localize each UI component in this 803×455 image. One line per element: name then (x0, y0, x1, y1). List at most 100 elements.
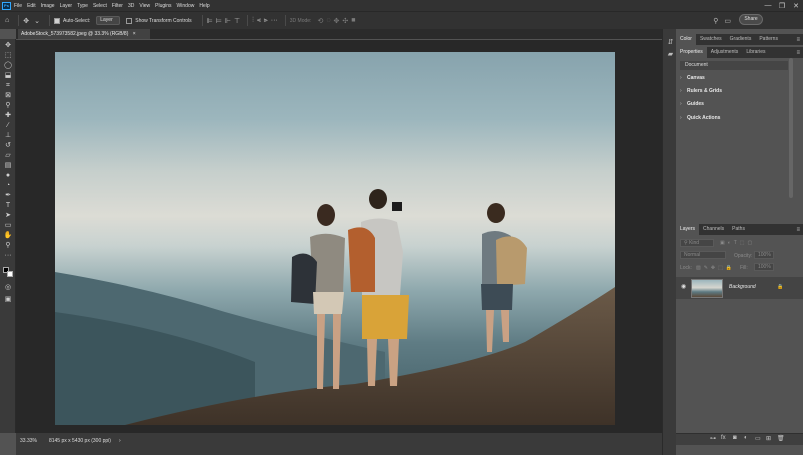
distribute-icon[interactable]: ⫶ (252, 17, 254, 25)
section-rulers-grids[interactable]: › Rulers & Grids (680, 88, 722, 94)
lock-icons[interactable]: ▨✎✥⬚🔒 (696, 265, 735, 271)
menu-help[interactable]: Help (199, 3, 209, 9)
eyedropper-tool-icon[interactable]: ⚲ (3, 101, 13, 110)
minimize-icon[interactable]: — (761, 2, 775, 9)
menu-edit[interactable]: Edit (27, 3, 36, 9)
menu-file[interactable]: File (14, 3, 22, 9)
document-image[interactable] (55, 52, 615, 425)
chevron-down-icon[interactable]: ⌄ (34, 17, 40, 25)
share-button[interactable]: Share (739, 14, 763, 25)
tab-close-icon[interactable]: × (133, 31, 136, 37)
move-tool-icon[interactable]: ✥ (3, 41, 13, 50)
status-menu-chevron-icon[interactable]: › (119, 438, 121, 444)
blend-mode-dropdown[interactable]: Normal (680, 251, 726, 259)
menu-view[interactable]: View (139, 3, 150, 9)
tab-paths[interactable]: Paths (728, 224, 749, 235)
opacity-field[interactable]: 100% (754, 251, 774, 259)
maximize-icon[interactable]: ❐ (775, 2, 789, 10)
fill-field[interactable]: 100% (754, 263, 774, 271)
adjustment-layer-icon[interactable]: ◐ (744, 435, 748, 441)
object-selection-tool-icon[interactable]: ⬓ (3, 71, 13, 80)
panel-menu-icon[interactable]: ≡ (796, 227, 800, 233)
new-layer-icon[interactable]: ⊞ (766, 435, 771, 442)
move-tool-icon[interactable]: ✥ (23, 17, 29, 25)
tab-libraries[interactable]: Libraries (742, 47, 769, 58)
lasso-tool-icon[interactable]: ◯ (3, 61, 13, 70)
type-tool-icon[interactable]: T (3, 201, 13, 210)
eye-icon[interactable]: ◉ (681, 283, 686, 290)
search-icon[interactable]: ⚲ (713, 17, 718, 25)
add-mask-icon[interactable]: ◙ (733, 435, 737, 441)
transform-controls-checkbox[interactable]: Show Transform Controls (126, 17, 192, 24)
menu-filter[interactable]: Filter (112, 3, 123, 9)
blur-tool-icon[interactable]: ● (3, 171, 13, 180)
menu-select[interactable]: Select (93, 3, 107, 9)
new-group-icon[interactable]: ▭ (755, 435, 761, 442)
eraser-tool-icon[interactable]: ▱ (3, 151, 13, 160)
tab-adjustments[interactable]: Adjustments (707, 47, 743, 58)
hand-tool-icon[interactable]: ✋ (3, 231, 13, 240)
checkbox-checked[interactable] (53, 17, 60, 24)
tab-channels[interactable]: Channels (699, 224, 728, 235)
align-left-icon[interactable]: ⊫ (207, 17, 213, 25)
menu-plugins[interactable]: Plugins (155, 3, 171, 9)
panel-menu-icon[interactable]: ≡ (796, 50, 800, 56)
menu-type[interactable]: Type (77, 3, 88, 9)
tab-properties[interactable]: Properties (676, 47, 707, 58)
panel-menu-icon[interactable]: ≡ (796, 37, 800, 43)
auto-select-dropdown[interactable]: Layer (96, 16, 121, 25)
path-selection-tool-icon[interactable]: ➤ (3, 211, 13, 220)
quick-mask-icon[interactable]: ◎ (3, 283, 13, 292)
checkbox-unchecked[interactable] (126, 17, 133, 24)
menu-3d[interactable]: 3D (128, 3, 134, 9)
close-icon[interactable]: ✕ (789, 2, 803, 10)
section-quick-actions[interactable]: › Quick Actions (680, 115, 720, 121)
align-right-icon[interactable]: ⊩ (225, 17, 231, 25)
comments-panel-icon[interactable]: ▰ (666, 50, 675, 59)
layer-style-icon[interactable]: fx (721, 435, 726, 441)
section-guides[interactable]: › Guides (680, 101, 704, 107)
more-options-icon[interactable]: ··· (271, 17, 278, 24)
section-canvas[interactable]: › Canvas (680, 75, 705, 81)
pen-tool-icon[interactable]: ✒ (3, 191, 13, 200)
marquee-tool-icon[interactable]: ⬚ (3, 51, 13, 60)
healing-brush-tool-icon[interactable]: ✚ (3, 111, 13, 120)
menu-layer[interactable]: Layer (60, 3, 73, 9)
layer-name[interactable]: Background (729, 284, 756, 290)
rectangle-tool-icon[interactable]: ▭ (3, 221, 13, 230)
home-icon[interactable]: ⌂ (5, 17, 9, 24)
tab-swatches[interactable]: Swatches (696, 34, 726, 45)
tab-layers[interactable]: Layers (676, 224, 700, 235)
delete-layer-icon[interactable]: 🗑 (777, 435, 785, 442)
document-tab[interactable]: AdobeStock_573973582.jpeg @ 33.3% (RGB/8… (18, 29, 150, 39)
clone-stamp-tool-icon[interactable]: ⊥ (3, 131, 13, 140)
link-layers-icon[interactable]: ⊶ (710, 435, 716, 442)
brush-tool-icon[interactable]: ∕ (3, 121, 13, 130)
align-center-icon[interactable]: ⊨ (216, 17, 222, 25)
workspace-icon[interactable]: ▭ (724, 17, 731, 25)
tab-patterns[interactable]: Patterns (755, 34, 782, 45)
menu-image[interactable]: Image (41, 3, 55, 9)
gradient-tool-icon[interactable]: ▤ (3, 161, 13, 170)
crop-tool-icon[interactable]: ⌗ (3, 81, 13, 90)
dodge-tool-icon[interactable]: ◔ (3, 181, 13, 190)
layer-filter-kind[interactable]: ⚲ Kind (680, 239, 714, 247)
auto-select-label: Auto-Select: (62, 17, 91, 24)
distribute-bottom-icon[interactable]: ⫸ (264, 17, 268, 25)
zoom-tool-icon[interactable]: ⚲ (3, 241, 13, 250)
background-color-swatch[interactable] (7, 271, 13, 277)
tab-gradients[interactable]: Gradients (726, 34, 756, 45)
screen-mode-icon[interactable]: ▣ (3, 295, 13, 304)
align-top-icon[interactable]: ⊤ (234, 17, 240, 25)
distribute-center-icon[interactable]: ⫷ (257, 17, 261, 25)
menu-window[interactable]: Window (177, 3, 195, 9)
properties-scrollbar[interactable] (789, 58, 793, 198)
auto-select-checkbox[interactable]: Auto-Select: (53, 17, 91, 24)
history-panel-icon[interactable]: ⇵ (666, 38, 675, 47)
frame-tool-icon[interactable]: ⊠ (3, 91, 13, 100)
history-brush-tool-icon[interactable]: ↺ (3, 141, 13, 150)
tab-color[interactable]: Color (676, 34, 696, 45)
layer-filter-icons[interactable]: ▣◐T⬚▢ (720, 240, 755, 246)
zoom-level[interactable]: 33.33% (20, 438, 37, 444)
edit-toolbar-icon[interactable]: ··· (3, 251, 13, 260)
